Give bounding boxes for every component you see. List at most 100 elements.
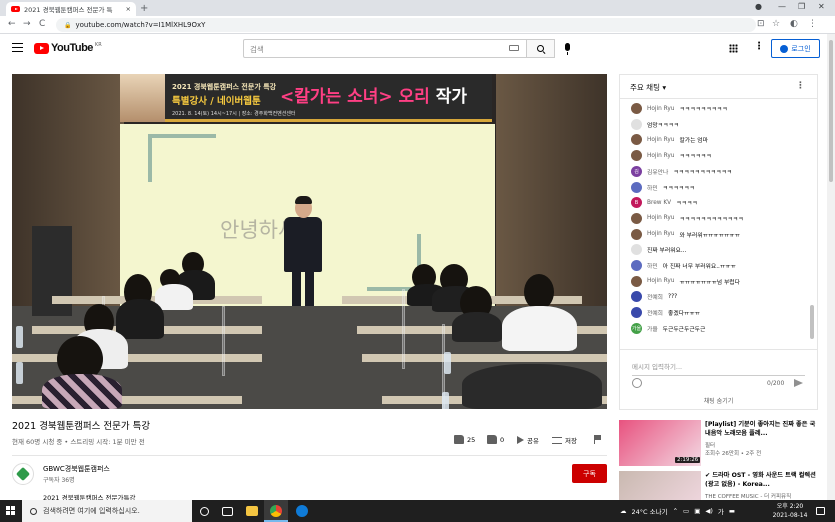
youtube-logo[interactable]: YouTube KR xyxy=(34,42,102,54)
chat-avatar[interactable] xyxy=(631,228,642,240)
channel-name[interactable]: GBWC경북웹툰캠퍼스 xyxy=(43,464,110,474)
install-app-icon[interactable]: ⊡ xyxy=(757,19,765,29)
login-button[interactable]: 로그인 xyxy=(771,39,820,58)
weather-text[interactable]: 24°C 소나기 xyxy=(632,506,668,516)
chat-message-input[interactable]: 메시지 입력하기... xyxy=(632,361,805,376)
chat-mode-dropdown[interactable]: 주요 채팅 ▾ xyxy=(630,83,666,92)
send-icon[interactable] xyxy=(794,379,803,387)
video-title: 2021 경북웹툰캠퍼스 전문가 특강 xyxy=(12,421,151,432)
chat-avatar[interactable]: 김 xyxy=(631,165,642,177)
related-thumbnail[interactable] xyxy=(619,471,701,500)
chrome-menu-icon[interactable]: ⋮ xyxy=(808,19,817,29)
close-window-button[interactable]: ✕ xyxy=(818,2,825,11)
taskbar-clock[interactable]: 오후 2:20 2021-08-14 xyxy=(770,502,810,520)
chat-avatar[interactable] xyxy=(631,134,642,146)
chat-avatar[interactable] xyxy=(631,260,642,271)
search-input[interactable]: 검색 xyxy=(243,39,527,58)
microphone-icon[interactable] xyxy=(565,43,570,55)
chat-message: 전예희??? xyxy=(631,291,677,303)
chat-avatar[interactable] xyxy=(631,275,642,287)
video-player[interactable]: 2021 경북웹툰캠퍼스 전문가 특강 특별강사 / 네이버웹툰 <칼가는 소녀… xyxy=(12,74,607,409)
battery-icon[interactable]: ▬ xyxy=(729,507,735,515)
account-icon[interactable]: ◐ xyxy=(790,19,798,29)
save-button[interactable]: 저장 xyxy=(552,435,577,445)
logo-region: KR xyxy=(94,42,102,48)
like-count: 25 xyxy=(467,435,476,444)
related-video-item[interactable]: ✔ 드라마 OST - 영화 사운드 트랙 컬렉션 (광고 없음) - Kore… xyxy=(619,471,819,500)
chat-avatar[interactable] xyxy=(631,150,642,162)
like-button[interactable]: 25 xyxy=(454,435,475,444)
back-icon[interactable]: ← xyxy=(8,19,16,29)
windows-start-icon[interactable] xyxy=(6,506,15,515)
profile-icon[interactable]: ● xyxy=(755,2,762,11)
task-view-icon[interactable] xyxy=(222,507,233,516)
hide-chat-button[interactable]: 채팅 숨기기 xyxy=(620,396,817,405)
maximize-button[interactable]: ❐ xyxy=(798,2,805,11)
chat-scrollbar[interactable] xyxy=(810,305,814,339)
chat-avatar[interactable] xyxy=(631,118,642,130)
chat-author: Hojin Ryu xyxy=(647,278,675,285)
chat-avatar[interactable]: 가을 xyxy=(631,322,642,334)
chat-avatar[interactable] xyxy=(631,212,642,224)
related-title[interactable]: [Playlist] 기분이 좋아지는 진짜 좋은 국내음악 노래모음 플레..… xyxy=(705,420,819,438)
emoji-icon[interactable] xyxy=(632,378,642,388)
tab-close-icon[interactable]: × xyxy=(126,5,131,13)
chat-avatar[interactable] xyxy=(631,244,642,256)
reload-icon[interactable]: C xyxy=(39,19,45,29)
apps-grid-icon[interactable] xyxy=(729,44,738,53)
subscribe-button[interactable]: 구독 xyxy=(572,464,607,483)
share-button[interactable]: 공유 xyxy=(517,435,539,445)
menu-icon[interactable] xyxy=(12,43,23,52)
minimize-button[interactable]: — xyxy=(778,2,786,11)
bookmark-star-icon[interactable]: ☆ xyxy=(772,19,780,29)
address-bar[interactable]: 🔒 youtube.com/watch?v=I1MlXHL9OxY xyxy=(56,18,756,32)
browser-tab[interactable]: 2021 경북웹툰캠퍼스 전문가 특 × xyxy=(6,2,136,16)
file-explorer-icon[interactable] xyxy=(246,506,258,516)
network-icon[interactable]: ▭ xyxy=(683,507,689,515)
screen-frame-left xyxy=(148,134,152,182)
chat-message: 엄망ㅋㅋㅋㅋ xyxy=(631,118,679,130)
related-title[interactable]: ✔ 드라마 OST - 영화 사운드 트랙 컬렉션 (광고 없음) - Kore… xyxy=(705,471,819,489)
notification-icon[interactable] xyxy=(816,507,825,515)
report-button[interactable] xyxy=(594,435,601,444)
video-scene-partition xyxy=(222,306,225,376)
keyboard-icon[interactable] xyxy=(509,45,519,51)
forward-icon[interactable]: → xyxy=(23,19,31,29)
chrome-icon[interactable] xyxy=(270,505,282,517)
video-scene-audience xyxy=(502,306,577,351)
dislike-button[interactable]: 0 xyxy=(487,435,504,444)
chat-author: Brew KV xyxy=(647,199,672,206)
channel-avatar[interactable] xyxy=(12,463,34,485)
video-scene-bottle xyxy=(16,362,23,384)
browser-toolbar: ← → C 🔒 youtube.com/watch?v=I1MlXHL9OxY … xyxy=(0,16,835,34)
chat-message: Hojin Ryu ㅋㅋㅋㅋㅋㅋ xyxy=(631,150,711,162)
chat-author: 하민 xyxy=(647,185,658,192)
chat-avatar[interactable]: B xyxy=(631,197,642,209)
settings-more-icon[interactable]: ⋮ xyxy=(754,41,764,52)
new-tab-button[interactable]: + xyxy=(140,3,148,14)
chat-avatar[interactable] xyxy=(631,291,642,303)
chat-author: Hojin Ryu xyxy=(647,152,675,159)
thumbs-down-icon xyxy=(487,435,497,444)
cortana-icon[interactable] xyxy=(200,507,209,516)
volume-icon[interactable]: ◀) xyxy=(705,507,713,515)
search-button[interactable] xyxy=(527,39,555,58)
video-scene-audience xyxy=(452,312,502,342)
video-scene-audience xyxy=(462,364,602,409)
video-scene-bottle xyxy=(444,352,451,374)
edge-icon[interactable] xyxy=(296,505,308,517)
banner-title-artist: 오리 xyxy=(392,87,430,107)
chat-avatar[interactable] xyxy=(631,103,642,114)
page-scrollbar-thumb[interactable] xyxy=(829,40,833,182)
video-scene-speaker-hair xyxy=(295,196,312,204)
banner-title-suffix: 작가 xyxy=(435,87,468,107)
related-video-item[interactable]: 2:19:26 [Playlist] 기분이 좋아지는 진짜 좋은 국내음악 노… xyxy=(619,420,819,472)
tray-chevron-icon[interactable]: ⌃ xyxy=(673,507,678,515)
weather-icon[interactable]: ☁ xyxy=(620,507,627,515)
chat-avatar[interactable] xyxy=(631,181,642,193)
chat-more-icon[interactable]: ⋮ xyxy=(796,81,805,91)
taskbar-search[interactable]: 검색하려면 여기에 입력하십시오. xyxy=(22,500,192,522)
ime-icon[interactable]: 가 xyxy=(718,506,724,516)
tray-app-icon[interactable]: ▣ xyxy=(694,507,700,515)
chat-avatar[interactable] xyxy=(631,307,642,319)
